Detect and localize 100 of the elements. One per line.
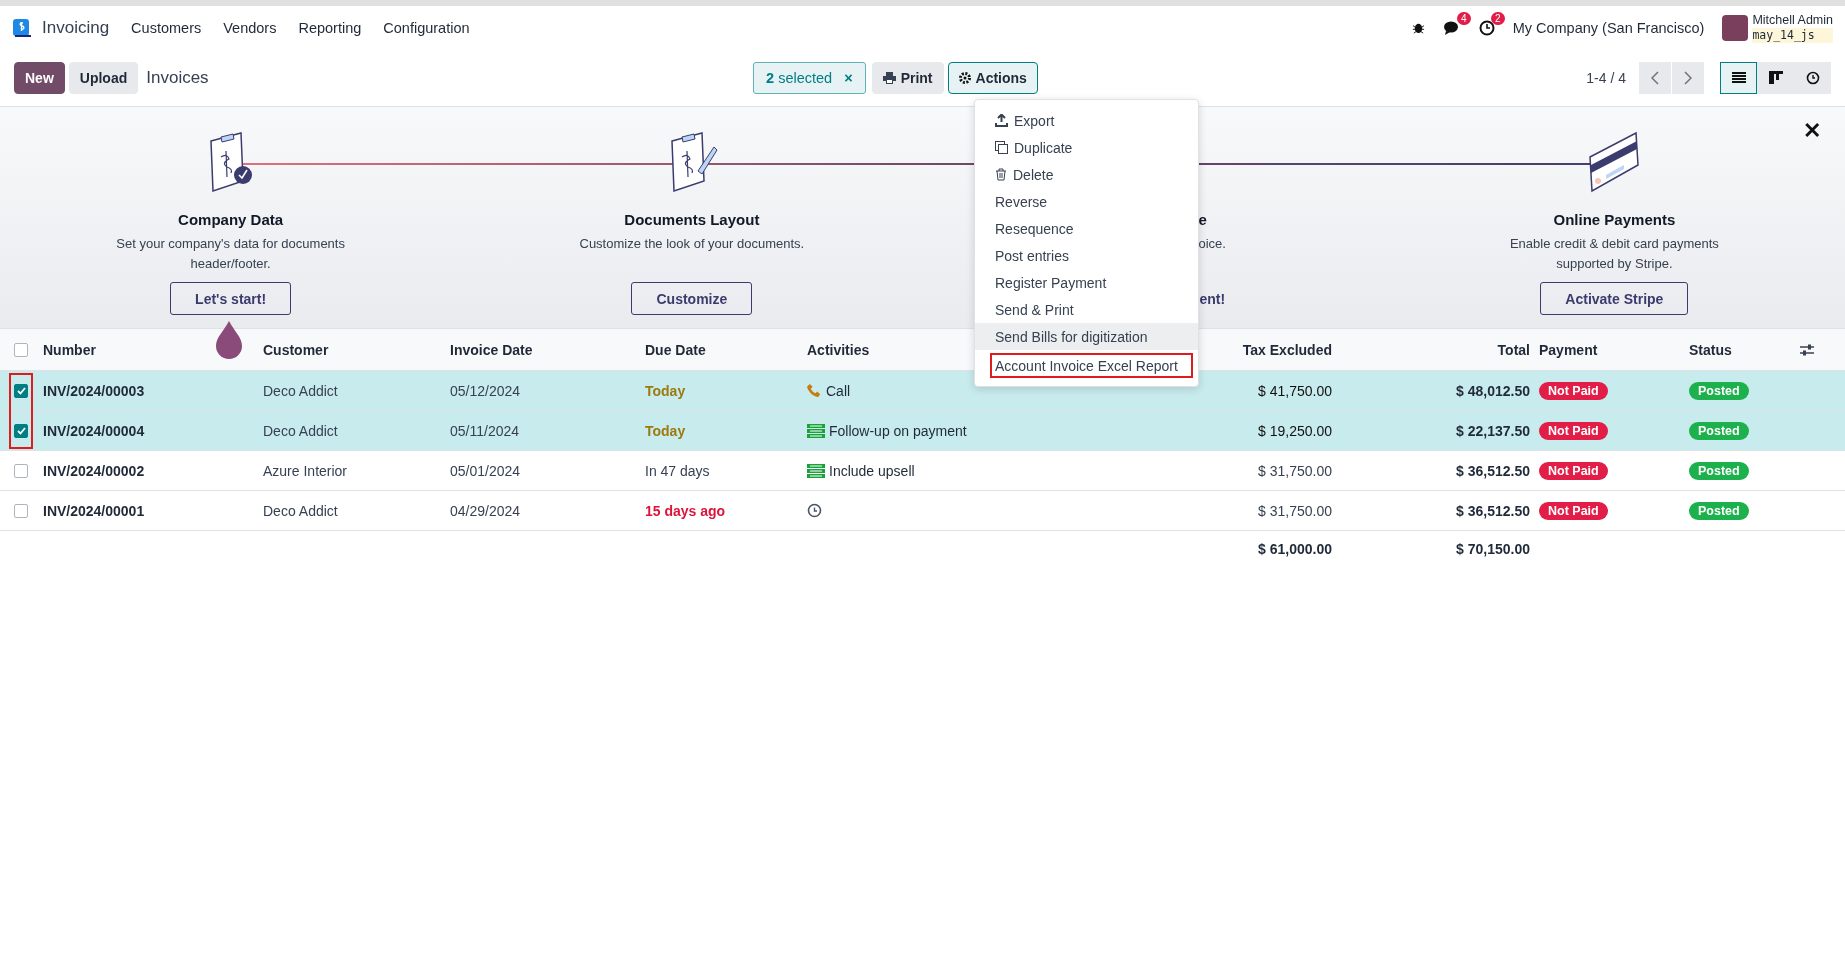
menu-option[interactable]: Reverse (975, 188, 1198, 215)
row-checkbox[interactable] (14, 463, 28, 478)
column-header[interactable]: Total (1332, 341, 1530, 358)
clear-selection-button[interactable]: × (844, 69, 853, 86)
table-cell-text: $ 19,250.00 (1257, 422, 1332, 439)
new-button[interactable]: New (14, 61, 65, 94)
column-header[interactable]: Number (43, 341, 263, 358)
table-cell-text: $ 22,137.50 (1455, 422, 1530, 439)
app-name[interactable]: Invoicing (42, 17, 110, 38)
view-switch-button[interactable] (1720, 61, 1757, 94)
step-title: e (1198, 211, 1207, 228)
print-button[interactable]: Print (871, 61, 944, 94)
selection-indicator: 2 selected × (753, 61, 866, 94)
step-description: Set your company's data for documents header/footer. (115, 235, 346, 273)
clock-icon[interactable] (1478, 19, 1495, 36)
chevron-left-icon (1651, 70, 1659, 85)
menu-option[interactable]: Post entries (975, 242, 1198, 269)
table-row[interactable]: INV/2024/00004 Deco Addict 05/11/2024 Today Follow-up on payment $ 19,250.00 $ 22,137.50 Not Paid Posted (0, 411, 1845, 451)
table-cell-text: 05/01/2024 (450, 462, 522, 479)
step-description: Customize the look of your documents. (579, 235, 805, 253)
bug-icon[interactable] (1411, 21, 1425, 34)
menu-item[interactable]: Vendors (223, 19, 277, 36)
activity-count-badge: 2 (1491, 11, 1505, 25)
step-button[interactable]: Activate Stripe (1540, 282, 1689, 315)
phone-icon (807, 383, 822, 398)
menu-option[interactable]: Send & Print (975, 296, 1198, 323)
table-cell-text: Deco Addict (263, 422, 339, 439)
table-cell-text: $ 36,512.50 (1455, 502, 1530, 519)
payment-status-badge: Not Paid (1539, 381, 1608, 400)
menu-item[interactable]: Configuration (383, 19, 470, 36)
step-button[interactable]: Customize (631, 282, 753, 315)
table-cell-text: Azure Interior (263, 462, 349, 479)
table-cell-text: In 47 days (645, 462, 711, 479)
table-cell-text: INV/2024/00003 (43, 382, 146, 399)
column-header[interactable]: Invoice Date (450, 341, 645, 358)
column-header[interactable]: Customer (263, 341, 450, 358)
table-cell-text: 15 days ago (645, 502, 727, 519)
table-row[interactable]: INV/2024/00001 Deco Addict 04/29/2024 15 days ago $ 31,750.00 $ 36,512.50 Not Paid Posted (0, 491, 1845, 531)
menu-option[interactable]: Resequence (975, 215, 1198, 242)
copy-icon (995, 141, 1008, 154)
step-title: Online Payments (1553, 211, 1676, 228)
step-description: Enable credit & debit card payments supported by Stripe. (1508, 235, 1720, 273)
list-view-icon (1731, 71, 1746, 84)
activity-label[interactable]: Follow-up on payment (829, 422, 967, 439)
step-button[interactable]: ent! (1198, 282, 1227, 315)
activity-label[interactable]: Include upsell (829, 462, 915, 479)
company-name[interactable]: My Company (San Francisco) (1512, 19, 1705, 36)
menu-item[interactable]: Reporting (298, 19, 362, 36)
table-cell-text: INV/2024/00001 (43, 502, 146, 519)
app-logo-icon[interactable] (12, 17, 32, 38)
menu-option[interactable]: Send Bills for digitization (975, 323, 1198, 350)
chat-icon[interactable] (1442, 19, 1461, 36)
step-title: Company Data (178, 211, 284, 228)
payment-status-badge: Not Paid (1539, 501, 1608, 520)
column-header[interactable]: Status (1689, 341, 1800, 358)
column-header[interactable]: Due Date (645, 341, 807, 358)
table-row[interactable]: INV/2024/00002 Azure Interior 05/01/2024 In 47 days Include upsell $ 31,750.00 $ 36,512.50 Not Paid Posted (0, 451, 1845, 491)
user-name[interactable]: Mitchell Admin (1752, 12, 1833, 28)
status-badge: Posted (1689, 461, 1749, 480)
table-cell-text: $ 31,750.00 (1257, 502, 1332, 519)
payment-status-badge: Not Paid (1539, 461, 1608, 480)
breadcrumb: Invoices (146, 67, 209, 88)
step-button[interactable]: Let's start! (170, 282, 292, 315)
upload-icon (995, 114, 1008, 127)
menu-option[interactable]: Delete (975, 161, 1198, 188)
menu-option[interactable]: Register Payment (975, 269, 1198, 296)
upload-button[interactable]: Upload (68, 61, 139, 94)
table-cell-text: INV/2024/00002 (43, 462, 146, 479)
table-cell-text: Deco Addict (263, 502, 339, 519)
task-list-icon (807, 463, 825, 478)
table-cell-text: $ 48,012.50 (1455, 382, 1530, 399)
row-checkbox[interactable] (14, 503, 28, 518)
printer-icon (882, 71, 896, 84)
activity-label[interactable]: Call (826, 382, 851, 399)
pager-value[interactable]: 1-4 / 4 (1586, 69, 1626, 86)
table-cell-text: $ 41,750.00 (1257, 382, 1332, 399)
step-description: oice. (1198, 235, 1226, 253)
clock-icon (1805, 70, 1820, 85)
column-header[interactable]: Payment (1530, 341, 1689, 358)
table-total: $ 61,000.00 (1257, 541, 1332, 557)
table-cell-text: $ 31,750.00 (1257, 462, 1332, 479)
clock-icon (807, 503, 822, 518)
select-all-checkbox[interactable] (14, 342, 28, 357)
settings-icon (958, 71, 971, 84)
menu-option[interactable]: Export (975, 107, 1198, 134)
status-badge: Posted (1689, 421, 1749, 440)
actions-button[interactable]: Actions (947, 61, 1038, 94)
payment-status-badge: Not Paid (1539, 421, 1608, 440)
column-header[interactable]: Tax Excluded (1200, 341, 1332, 358)
step-title: Documents Layout (624, 211, 760, 228)
user-avatar[interactable] (1722, 14, 1749, 41)
column-settings-icon[interactable] (1800, 343, 1814, 356)
table-cell-text: 04/29/2024 (450, 502, 522, 519)
close-button[interactable]: ✕ (1797, 117, 1827, 145)
menu-item[interactable]: Customers (131, 19, 202, 36)
menu-option[interactable]: Duplicate (975, 134, 1198, 161)
table-cell-text: Deco Addict (263, 382, 339, 399)
row-checkbox[interactable] (14, 383, 28, 398)
row-checkbox[interactable] (14, 423, 28, 438)
table-cell-text: $ 36,512.50 (1455, 462, 1530, 479)
